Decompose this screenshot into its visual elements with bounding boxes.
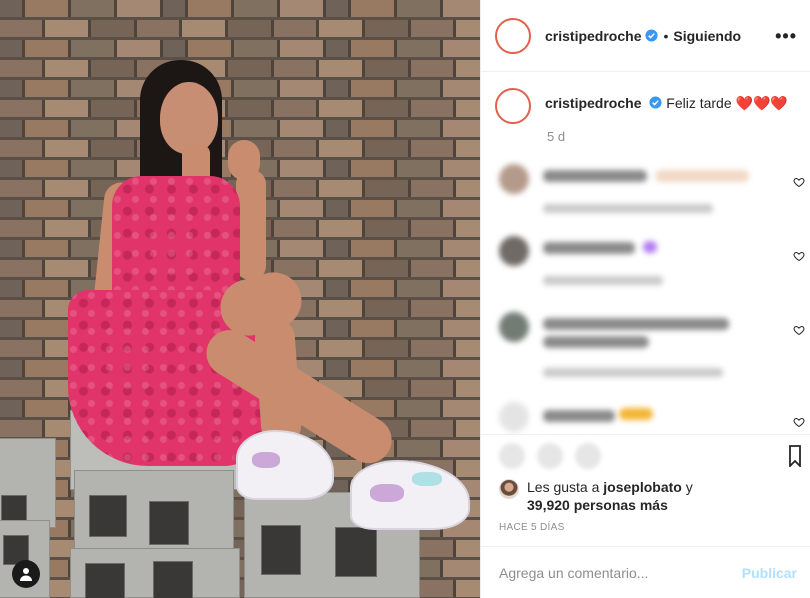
tagged-user-icon[interactable] — [12, 560, 40, 588]
comment-bubble-icon[interactable] — [537, 443, 563, 469]
liker-username[interactable]: joseplobato — [603, 479, 682, 495]
like-comment-heart-icon[interactable] — [793, 176, 805, 188]
more-options-button[interactable]: ••• — [775, 26, 797, 47]
brick-row — [0, 60, 480, 80]
comment-item — [495, 312, 810, 377]
verified-badge-icon — [645, 29, 659, 42]
action-bar — [481, 434, 810, 474]
like-comment-heart-icon[interactable] — [793, 250, 805, 262]
comment-input[interactable] — [499, 564, 742, 581]
liker-avatar[interactable] — [499, 479, 519, 499]
cinder-block-bottom — [70, 548, 240, 598]
author-avatar[interactable] — [495, 17, 531, 54]
post-photo[interactable] — [0, 0, 480, 598]
likes-connector: y — [685, 479, 693, 495]
caption-text: Feliz tarde ❤️❤️❤️ — [666, 95, 788, 111]
separator-dot: • — [663, 27, 669, 44]
comment-item — [495, 402, 810, 432]
following-button[interactable]: Siguiendo — [673, 28, 741, 44]
like-heart-icon[interactable] — [499, 443, 525, 469]
brick-row — [0, 0, 480, 20]
bookmark-icon[interactable] — [789, 445, 801, 467]
brick-row — [0, 120, 480, 140]
share-paper-plane-icon[interactable] — [575, 443, 601, 469]
publish-button[interactable]: Publicar — [742, 565, 797, 581]
author-username[interactable]: cristipedroche — [545, 28, 641, 44]
brick-row — [0, 20, 480, 40]
caption-author-avatar[interactable] — [495, 88, 531, 124]
brick-row — [0, 40, 480, 60]
brick-row — [0, 80, 480, 100]
post-sidebar: cristipedroche • Siguiendo ••• cristiped… — [480, 0, 810, 598]
caption-username[interactable]: cristipedroche — [545, 95, 641, 111]
caption-age: 5 d — [547, 129, 566, 144]
post-header: cristipedroche • Siguiendo ••• — [481, 0, 810, 72]
likes-others-count[interactable]: 39,920 personas más — [527, 497, 668, 513]
brick-row — [0, 100, 480, 120]
like-comment-heart-icon[interactable] — [793, 324, 805, 336]
likes-prefix: Les gusta a — [527, 479, 600, 495]
comment-item — [495, 164, 810, 224]
cinder-block-left — [0, 438, 56, 528]
like-comment-heart-icon[interactable] — [793, 416, 805, 428]
verified-badge-icon — [649, 96, 662, 109]
comment-item — [495, 236, 810, 296]
comment-form: Publicar — [481, 546, 810, 598]
post-caption: cristipedroche Feliz tarde ❤️❤️❤️ 5 d — [495, 88, 805, 144]
post-timestamp[interactable]: HACE 5 DÍAS — [499, 522, 565, 533]
likes-summary: Les gusta a joseplobato y 39,920 persona… — [499, 478, 799, 514]
